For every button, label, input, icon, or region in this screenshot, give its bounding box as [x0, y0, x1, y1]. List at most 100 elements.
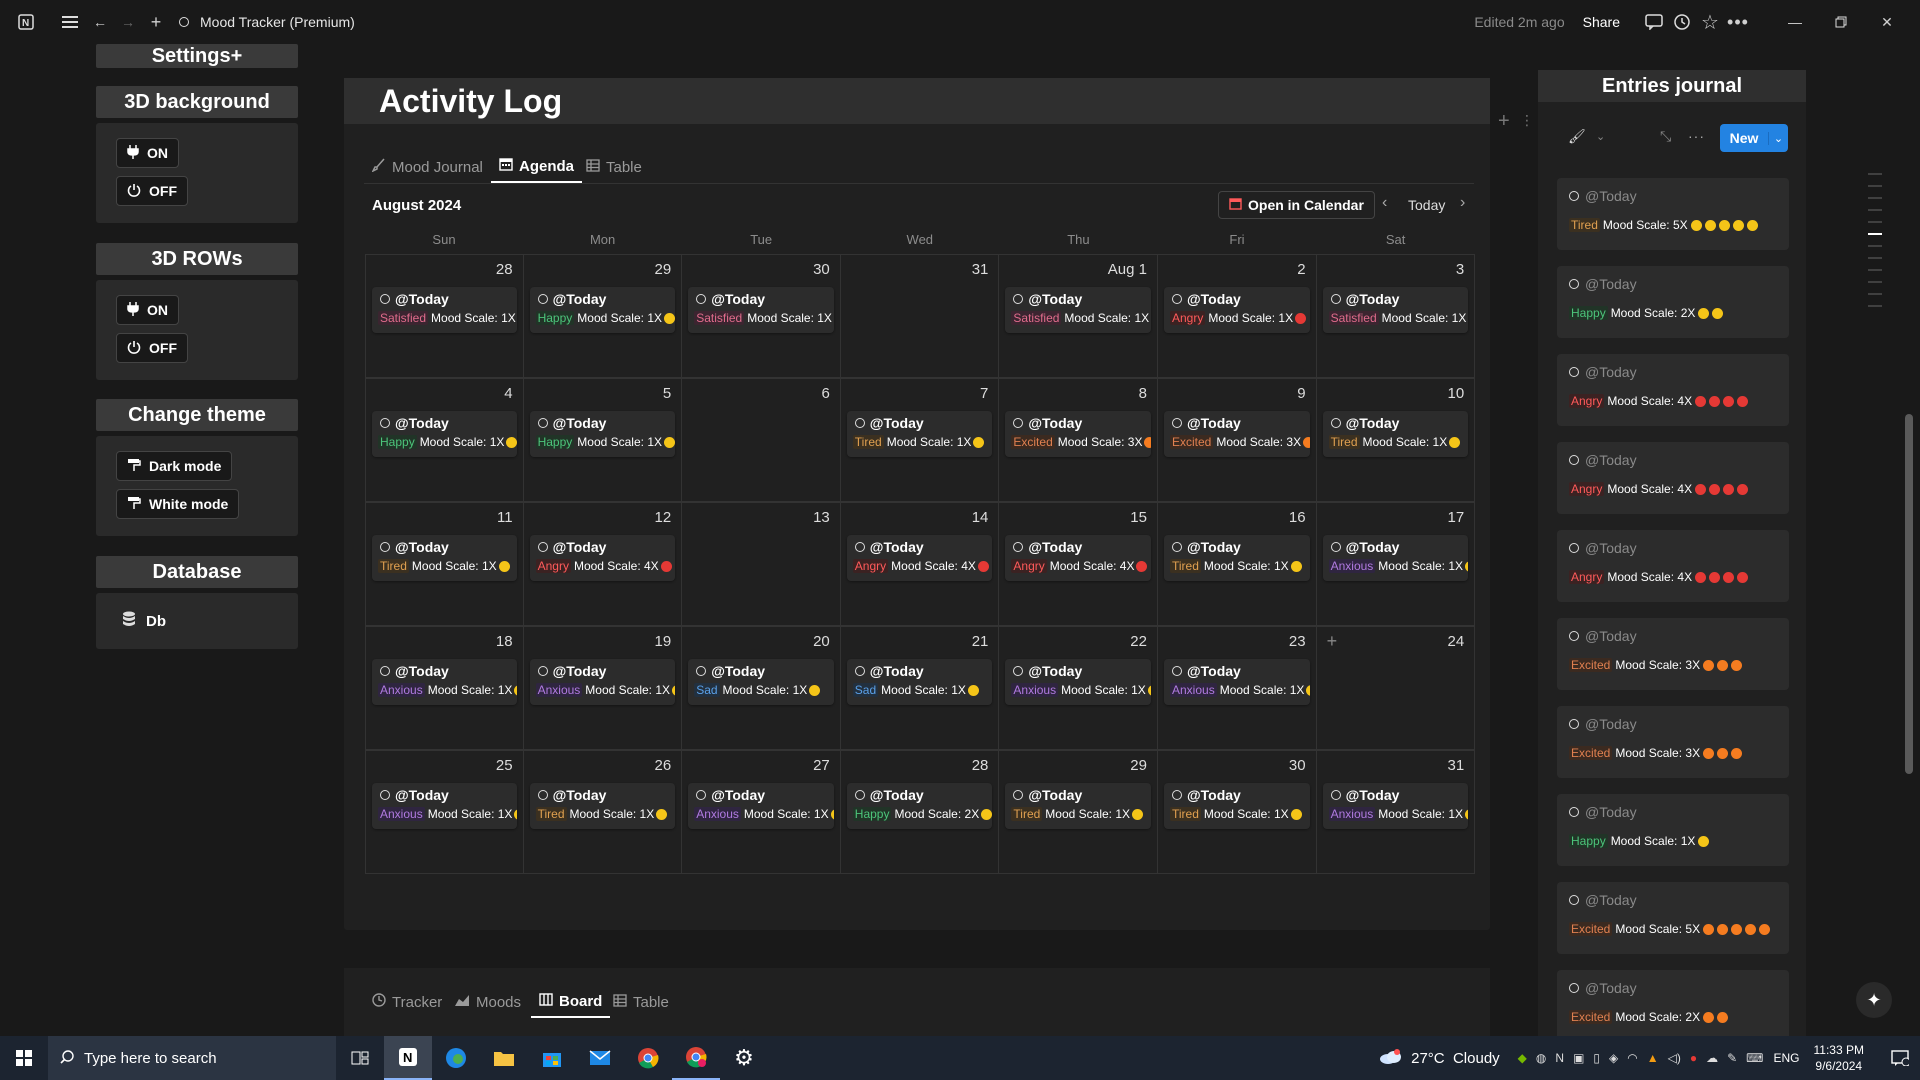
vlc-icon[interactable]: ▲	[1647, 1051, 1659, 1065]
mood-entry-card[interactable]: @Today Satisfied Mood Scale: 1X	[1322, 287, 1469, 333]
mood-entry-card[interactable]: @Today Happy Mood Scale: 1X	[372, 411, 517, 457]
mood-entry-card[interactable]: @Today Angry Mood Scale: 1X	[1164, 287, 1310, 333]
calendar-day-cell[interactable]: 29 @Today Happy Mood Scale: 1X	[523, 254, 683, 378]
mood-entry-card[interactable]: @Today Satisfied Mood Scale: 1X	[372, 287, 517, 333]
mood-entry-card[interactable]: @Today Satisfied Mood Scale: 1X	[1005, 287, 1151, 333]
journal-entry-card[interactable]: @Today Excited Mood Scale: 2X	[1557, 970, 1789, 1036]
tab-tracker[interactable]: Tracker	[372, 986, 442, 1018]
calendar-day-cell[interactable]: 5 @Today Happy Mood Scale: 1X	[523, 378, 683, 502]
journal-entry-card[interactable]: @Today Happy Mood Scale: 2X	[1557, 266, 1789, 338]
calendar-day-cell[interactable]: 4 @Today Happy Mood Scale: 1X	[365, 378, 524, 502]
battery-icon[interactable]: ▯	[1593, 1051, 1600, 1065]
calendar-day-cell[interactable]: 29 @Today Tired Mood Scale: 1X	[999, 750, 1158, 874]
mood-entry-card[interactable]: @Today Anxious Mood Scale: 1X	[372, 783, 517, 829]
add-entry-icon[interactable]: +	[1327, 631, 1338, 652]
mood-entry-card[interactable]: @Today Tired Mood Scale: 1X	[372, 535, 517, 581]
journal-entry-card[interactable]: @Today Tired Mood Scale: 5X	[1557, 178, 1789, 250]
mood-entry-card[interactable]: @Today Anxious Mood Scale: 1X	[1322, 783, 1469, 829]
white-mode-button[interactable]: White mode	[116, 489, 240, 519]
open-in-calendar-button[interactable]: Open in Calendar	[1218, 191, 1375, 219]
mood-entry-card[interactable]: @Today Anxious Mood Scale: 1X	[1322, 535, 1469, 581]
dropbox-icon[interactable]: ◈	[1609, 1051, 1618, 1065]
mood-entry-card[interactable]: @Today Anxious Mood Scale: 1X	[372, 659, 517, 705]
calendar-day-cell[interactable]: 30 @Today Satisfied Mood Scale: 1X	[682, 254, 841, 378]
steam-icon[interactable]: ◍	[1536, 1051, 1546, 1065]
notification-center-icon[interactable]	[1880, 1036, 1920, 1080]
mood-entry-card[interactable]: @Today Tired Mood Scale: 1X	[529, 783, 676, 829]
journal-entry-card[interactable]: @Today Angry Mood Scale: 4X	[1557, 354, 1789, 426]
mood-entry-card[interactable]: @Today Sad Mood Scale: 1X	[846, 659, 993, 705]
notion-taskbar-icon[interactable]: N	[384, 1036, 432, 1080]
mood-entry-card[interactable]: @Today Tired Mood Scale: 1X	[1322, 411, 1469, 457]
close-icon[interactable]: ✕	[1864, 8, 1910, 36]
db-link[interactable]: Db	[122, 611, 166, 631]
mood-entry-card[interactable]: @Today Happy Mood Scale: 1X	[529, 287, 676, 333]
windows-start-icon[interactable]	[0, 1036, 48, 1080]
new-entry-button[interactable]: New ⌄	[1720, 124, 1788, 152]
calendar-day-cell[interactable]: 12 @Today Angry Mood Scale: 4X	[523, 502, 683, 626]
edge-browser-icon[interactable]	[432, 1036, 480, 1080]
journal-entry-card[interactable]: @Today Angry Mood Scale: 4X	[1557, 530, 1789, 602]
calendar-day-cell[interactable]: 15 @Today Angry Mood Scale: 4X	[999, 502, 1158, 626]
calendar-day-cell[interactable]: 24 +	[1316, 626, 1476, 750]
more-options-icon[interactable]: •••	[1724, 8, 1752, 36]
comments-icon[interactable]	[1640, 8, 1668, 36]
calendar-day-cell[interactable]: 3 @Today Satisfied Mood Scale: 1X	[1316, 254, 1476, 378]
mood-entry-card[interactable]: @Today Angry Mood Scale: 4X	[529, 535, 676, 581]
calendar-day-cell[interactable]: 22 @Today Anxious Mood Scale: 1X	[999, 626, 1158, 750]
journal-entry-card[interactable]: @Today Excited Mood Scale: 5X	[1557, 882, 1789, 954]
chevron-down-icon[interactable]: ⌄	[1768, 131, 1788, 145]
chrome-icon[interactable]	[624, 1036, 672, 1080]
calendar-day-cell[interactable]: 27 @Today Anxious Mood Scale: 1X	[682, 750, 841, 874]
mood-entry-card[interactable]: @Today Anxious Mood Scale: 1X	[1164, 659, 1310, 705]
calendar-day-cell[interactable]: 21 @Today Sad Mood Scale: 1X	[840, 626, 1000, 750]
calendar-day-cell[interactable]: 9 @Today Excited Mood Scale: 3X	[1158, 378, 1317, 502]
calendar-day-cell[interactable]: 13	[682, 502, 841, 626]
share-button[interactable]: Share	[1583, 14, 1620, 30]
calendar-day-cell[interactable]: 19 @Today Anxious Mood Scale: 1X	[523, 626, 683, 750]
mood-entry-card[interactable]: @Today Happy Mood Scale: 2X	[846, 783, 993, 829]
3d-background-off-button[interactable]: OFF	[116, 176, 188, 206]
calendar-day-cell[interactable]: 23 @Today Anxious Mood Scale: 1X	[1158, 626, 1317, 750]
add-page-icon[interactable]: +	[142, 8, 170, 36]
brush-icon[interactable]: 🖌	[1568, 128, 1586, 145]
microsoft-store-icon[interactable]	[528, 1036, 576, 1080]
today-button[interactable]: Today	[1408, 197, 1445, 213]
mood-entry-card[interactable]: @Today Sad Mood Scale: 1X	[688, 659, 834, 705]
tab-table[interactable]: Table	[586, 151, 642, 183]
file-explorer-icon[interactable]	[480, 1036, 528, 1080]
page-title[interactable]: Mood Tracker (Premium)	[200, 14, 355, 30]
3d-rows-on-button[interactable]: ON	[116, 295, 179, 325]
tab-mood-journal[interactable]: Mood Journal	[371, 151, 483, 183]
calendar-day-cell[interactable]: 31	[840, 254, 1000, 378]
expand-icon[interactable]: ⤡	[1660, 128, 1671, 145]
onedrive-icon[interactable]: ☁	[1706, 1051, 1718, 1065]
mood-entry-card[interactable]: @Today Anxious Mood Scale: 1X	[529, 659, 676, 705]
restore-icon[interactable]	[1818, 8, 1864, 36]
calendar-day-cell[interactable]: 28 @Today Satisfied Mood Scale: 1X	[365, 254, 524, 378]
next-month-icon[interactable]: ›	[1460, 194, 1465, 212]
calendar-day-cell[interactable]: 26 @Today Tired Mood Scale: 1X	[523, 750, 683, 874]
calendar-day-cell[interactable]: 6	[682, 378, 841, 502]
mood-entry-card[interactable]: @Today Tired Mood Scale: 1X	[846, 411, 993, 457]
calendar-day-cell[interactable]: 14 @Today Angry Mood Scale: 4X	[840, 502, 1000, 626]
clock[interactable]: 11:33 PM 9/6/2024	[1814, 1042, 1864, 1074]
tab-board[interactable]: Board	[531, 986, 611, 1018]
wifi-icon[interactable]: ◠	[1627, 1051, 1637, 1065]
chrome-profile-icon[interactable]	[672, 1036, 720, 1080]
back-arrow-icon[interactable]: ←	[86, 8, 114, 36]
volume-icon[interactable]: ◁)	[1668, 1051, 1681, 1065]
journal-entry-card[interactable]: @Today Excited Mood Scale: 3X	[1557, 618, 1789, 690]
nvidia-icon[interactable]: ◆	[1518, 1051, 1527, 1065]
mood-entry-card[interactable]: @Today Excited Mood Scale: 3X	[1005, 411, 1151, 457]
chevron-down-icon[interactable]: ⌄	[1596, 130, 1605, 143]
language-indicator[interactable]: ENG	[1774, 1051, 1800, 1065]
history-icon[interactable]	[1668, 8, 1696, 36]
calendar-day-cell[interactable]: 25 @Today Anxious Mood Scale: 1X	[365, 750, 524, 874]
favorite-star-icon[interactable]: ☆	[1696, 8, 1724, 36]
mood-entry-card[interactable]: @Today Anxious Mood Scale: 1X	[688, 783, 834, 829]
notion-tray-icon[interactable]: N	[1555, 1051, 1564, 1065]
mood-entry-card[interactable]: @Today Tired Mood Scale: 1X	[1005, 783, 1151, 829]
add-block-icon[interactable]: +	[1498, 110, 1510, 133]
calendar-day-cell[interactable]: 10 @Today Tired Mood Scale: 1X	[1316, 378, 1476, 502]
